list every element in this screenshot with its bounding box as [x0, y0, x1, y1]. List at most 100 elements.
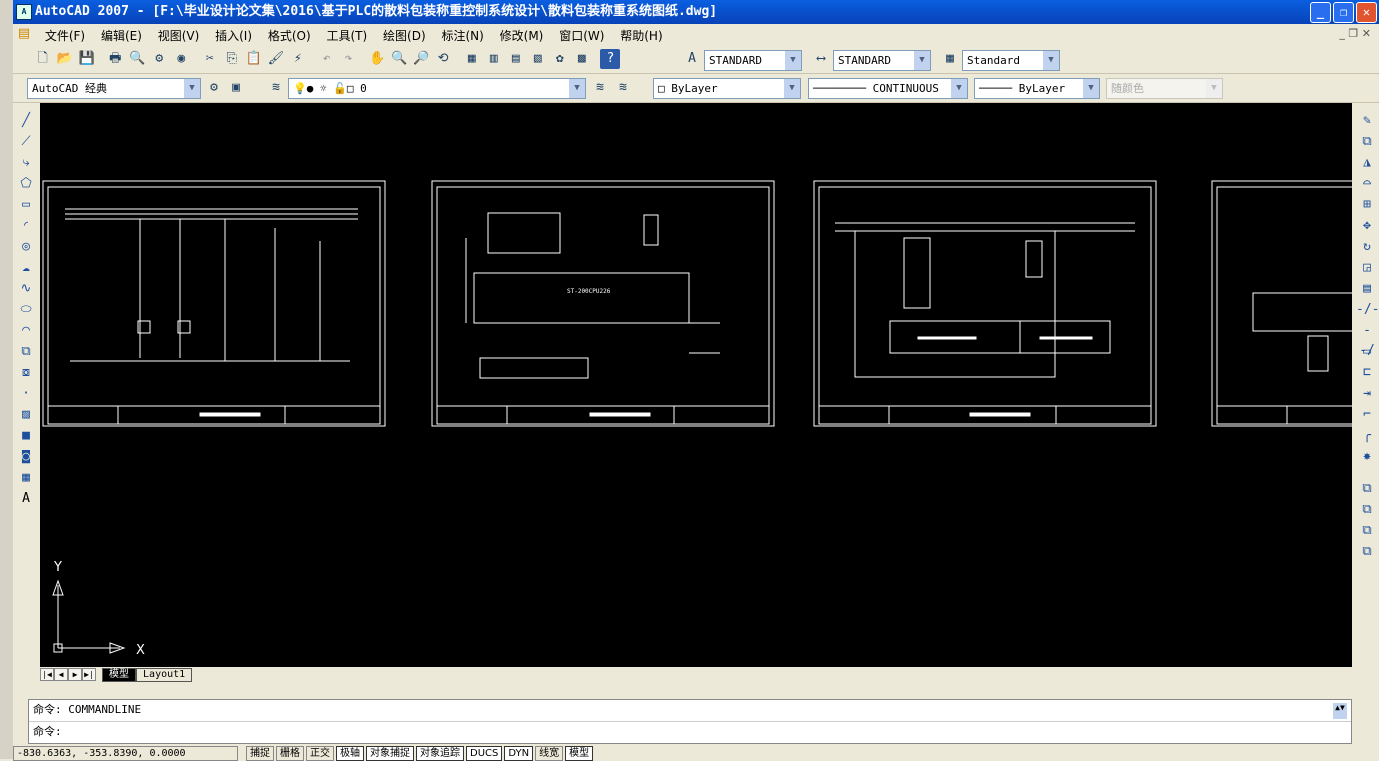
- close-button[interactable]: ✕: [1356, 2, 1377, 23]
- layer-previous-icon[interactable]: ≋: [613, 78, 633, 98]
- menu-edit[interactable]: 编辑(E): [95, 24, 148, 44]
- gradient-icon[interactable]: ■: [15, 426, 37, 446]
- break-icon[interactable]: ⊏: [1356, 363, 1378, 383]
- zoom-window-icon[interactable]: 🔎: [411, 49, 431, 69]
- drawing-canvas[interactable]: ST-200CPU226 Y X: [40, 103, 1363, 667]
- zoom-realtime-icon[interactable]: 🔍: [389, 49, 409, 69]
- chevron-down-icon[interactable]: ▼: [784, 79, 800, 98]
- chevron-down-icon[interactable]: ▼: [914, 51, 930, 70]
- linetype-select[interactable]: ──────── CONTINUOUS ▼: [808, 78, 968, 99]
- tab-model[interactable]: 模型: [102, 668, 137, 682]
- menu-format[interactable]: 格式(O): [262, 24, 317, 44]
- chamfer-icon[interactable]: ⌐: [1356, 405, 1378, 425]
- command-window[interactable]: 命令: COMMANDLINE 命令: ▲▼: [28, 699, 1352, 744]
- layer-manager-icon[interactable]: ≋: [266, 78, 286, 98]
- dim-style-select[interactable]: STANDARD ▼: [833, 50, 931, 71]
- rotate-icon[interactable]: ↻: [1356, 237, 1378, 257]
- menu-dimension[interactable]: 标注(N): [435, 24, 489, 44]
- construction-line-icon[interactable]: ⟋: [15, 132, 37, 152]
- open-icon[interactable]: 📂: [55, 49, 75, 69]
- calculator-icon[interactable]: ▩: [572, 49, 592, 69]
- ellipse-arc-icon[interactable]: ◠: [15, 321, 37, 341]
- layer-select[interactable]: 💡● ☼ 🔓□ 0 ▼: [288, 78, 586, 99]
- mtext-icon[interactable]: A: [15, 489, 37, 509]
- document-icon[interactable]: ▤: [15, 24, 33, 44]
- lineweight-select[interactable]: ───── ByLayer ▼: [974, 78, 1100, 99]
- copy-object-icon[interactable]: ⧉: [1356, 132, 1378, 152]
- menu-view[interactable]: 视图(V): [152, 24, 206, 44]
- workspace-settings-icon[interactable]: ⚙: [204, 78, 224, 98]
- print-icon[interactable]: 🖶: [105, 49, 125, 69]
- scale-icon[interactable]: ◲: [1356, 258, 1378, 278]
- plot-preview-icon[interactable]: 🔍: [127, 49, 147, 69]
- pan-icon[interactable]: ✋: [367, 49, 387, 69]
- chevron-down-icon[interactable]: ▼: [184, 79, 200, 98]
- move-icon[interactable]: ✥: [1356, 216, 1378, 236]
- hatch-icon[interactable]: ▨: [15, 405, 37, 425]
- menu-help[interactable]: 帮助(H): [614, 24, 668, 44]
- table-style-select[interactable]: Standard ▼: [962, 50, 1060, 71]
- ellipse-icon[interactable]: ⬭: [15, 300, 37, 320]
- draw-order-front-icon[interactable]: ⧉: [1356, 479, 1378, 499]
- offset-icon[interactable]: ⌓: [1356, 174, 1378, 194]
- menu-modify[interactable]: 修改(M): [494, 24, 550, 44]
- first-tab-button[interactable]: |◀: [40, 668, 54, 681]
- copy-icon[interactable]: ⎘: [222, 49, 242, 69]
- help-icon[interactable]: ?: [600, 49, 621, 69]
- bring-above-icon[interactable]: ⧉: [1356, 521, 1378, 541]
- 3d-dwf-icon[interactable]: ◉: [171, 49, 191, 69]
- design-center-icon[interactable]: ▥: [484, 49, 504, 69]
- paste-icon[interactable]: 📋: [244, 49, 264, 69]
- rectangle-icon[interactable]: ▭: [15, 195, 37, 215]
- polyline-icon[interactable]: ⤷: [15, 153, 37, 173]
- make-block-icon[interactable]: ⧇: [15, 363, 37, 383]
- menu-window[interactable]: 窗口(W): [553, 24, 610, 44]
- chevron-down-icon[interactable]: ▼: [569, 79, 585, 98]
- redo-icon[interactable]: ↷: [339, 49, 359, 69]
- tool-palettes-icon[interactable]: ▤: [506, 49, 526, 69]
- line-icon[interactable]: ╱: [15, 111, 37, 131]
- join-icon[interactable]: ⇥: [1356, 384, 1378, 404]
- tab-layout1[interactable]: Layout1: [136, 668, 193, 682]
- stretch-icon[interactable]: ▤: [1356, 279, 1378, 299]
- restore-button[interactable]: ❐: [1333, 2, 1354, 23]
- workspace-select[interactable]: AutoCAD 经典 ▼: [27, 78, 201, 99]
- point-icon[interactable]: ·: [15, 384, 37, 404]
- spline-icon[interactable]: ∿: [15, 279, 37, 299]
- explode-icon[interactable]: ✸: [1356, 447, 1378, 467]
- make-layer-current-icon[interactable]: ≋: [590, 78, 610, 98]
- match-properties-icon[interactable]: 🖌: [266, 49, 286, 69]
- new-icon[interactable]: 🗋: [33, 49, 53, 69]
- text-style-select[interactable]: STANDARD ▼: [704, 50, 802, 71]
- menu-file[interactable]: 文件(F): [39, 24, 91, 44]
- circle-icon[interactable]: ◎: [15, 237, 37, 257]
- arc-icon[interactable]: ◜: [15, 216, 37, 236]
- extend-icon[interactable]: --/: [1356, 321, 1378, 358]
- send-under-icon[interactable]: ⧉: [1356, 542, 1378, 562]
- block-editor-icon[interactable]: ⚡: [288, 49, 308, 69]
- prev-tab-button[interactable]: ◀: [54, 668, 68, 681]
- fillet-icon[interactable]: ╭: [1356, 426, 1378, 446]
- sheet-set-icon[interactable]: ▧: [528, 49, 548, 69]
- cut-icon[interactable]: ✂: [200, 49, 220, 69]
- publish-icon[interactable]: ⚙: [149, 49, 169, 69]
- save-workspace-icon[interactable]: ▣: [226, 78, 246, 98]
- color-select[interactable]: □ ByLayer ▼: [653, 78, 801, 99]
- command-prompt[interactable]: 命令:: [29, 722, 1351, 744]
- insert-block-icon[interactable]: ⧉: [15, 342, 37, 362]
- chevron-down-icon[interactable]: ▼: [1043, 51, 1059, 70]
- trim-icon[interactable]: -/-: [1356, 300, 1379, 320]
- erase-icon[interactable]: ✎: [1356, 111, 1378, 131]
- mirror-icon[interactable]: ◮: [1356, 153, 1378, 173]
- undo-icon[interactable]: ↶: [317, 49, 337, 69]
- menu-tools[interactable]: 工具(T): [321, 24, 374, 44]
- command-scroll-up[interactable]: ▲▼: [1333, 703, 1347, 719]
- polygon-icon[interactable]: ⬠: [15, 174, 37, 194]
- table-icon[interactable]: ▦: [15, 468, 37, 488]
- last-tab-button[interactable]: ▶|: [82, 668, 96, 681]
- chevron-down-icon[interactable]: ▼: [951, 79, 967, 98]
- doc-window-controls[interactable]: _ ❐ ✕: [1339, 27, 1371, 40]
- array-icon[interactable]: ⊞: [1356, 195, 1378, 215]
- chevron-down-icon[interactable]: ▼: [1083, 79, 1099, 98]
- zoom-previous-icon[interactable]: ⟲: [433, 49, 453, 69]
